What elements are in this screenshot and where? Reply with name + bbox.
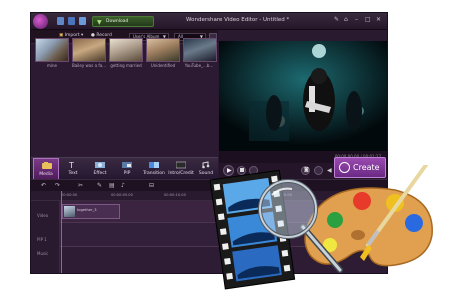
tab-intro-credit[interactable]: Intro/Credit [168,158,194,180]
voiceover-icon[interactable]: ♪ [121,182,125,189]
tab-label: Transition [143,171,165,176]
cart-icon[interactable]: ⌂ [344,16,348,23]
ruler-tick: 00:00:05.00 [111,193,133,197]
tab-text[interactable]: T Text [60,158,86,180]
media-label: Bailey was a fa... [72,63,106,68]
download-label: Download [106,19,129,24]
media-thumbnail[interactable] [146,38,180,62]
tab-bar: Media T Text Effect PIP Transition Intro… [31,157,218,180]
track-label-music: Music [37,251,49,256]
effect-icon [95,162,105,168]
timeline-playhead[interactable] [61,191,62,273]
media-thumbnail[interactable] [183,38,217,62]
media-label: getting married [110,63,142,68]
track-labels: Video PIP 1 Music [31,201,60,273]
timeline-clip[interactable]: together_3 [62,204,120,219]
window-title: Wondershare Video Editor - Untitled * [186,17,290,23]
save-icon[interactable] [57,17,64,25]
media-label: Unidentified [150,63,176,68]
minimize-icon[interactable]: – [355,16,358,23]
tab-media[interactable]: Media [33,158,59,180]
ruler-tick: 00:00:00 [61,193,78,197]
clip-label: together_3 [77,208,97,212]
track-label-pip: PIP 1 [37,237,47,242]
media-icon [42,162,52,169]
download-arrow-icon: ▼ [97,19,102,26]
app-logo-icon [33,14,48,29]
twitter-icon[interactable] [79,17,86,25]
delete-icon[interactable]: ▤ [109,182,115,189]
title-bar: ▼ Download Wondershare Video Editor - Un… [31,13,387,30]
split-icon[interactable]: ⊟ [149,182,154,189]
media-thumbnail[interactable] [72,38,106,62]
media-thumbnail[interactable] [35,38,69,62]
tab-transition[interactable]: Transition [141,158,167,180]
tools-icon[interactable]: ✎ [334,16,339,23]
media-label: YouTube_...b... [184,63,214,68]
media-library: ▣ Import ▾ ● Record User's Album ▼ All ▼… [31,30,218,157]
tab-effect[interactable]: Effect [87,158,113,180]
tab-pip[interactable]: PIP [114,158,140,180]
undo-icon[interactable]: ↶ [41,182,46,189]
maximize-icon[interactable]: □ [365,16,371,23]
svg-text:T: T [68,161,74,169]
preview-frame [219,41,387,151]
tab-label: Media [39,172,53,177]
tab-label: Effect [93,171,107,176]
media-thumbnail[interactable] [109,38,143,62]
edit-icon[interactable]: ✎ [97,182,102,189]
cut-icon[interactable]: ✂ [78,182,83,189]
decorative-artwork [209,165,433,290]
pip-icon [122,162,132,168]
redo-icon[interactable]: ↷ [55,182,60,189]
facebook-icon[interactable] [68,17,75,25]
tab-label: Intro/Credit [168,171,194,176]
text-icon: T [68,161,74,169]
close-icon[interactable]: ✕ [376,16,381,23]
tab-label: Text [68,171,78,176]
ruler-tick: 00:00:10.00 [164,193,186,197]
transition-icon [149,162,159,168]
video-preview[interactable] [219,41,387,151]
media-label: mine [46,63,57,68]
tab-label: PIP [123,171,131,176]
clip-thumbnail [64,206,75,217]
track-label-video: Video [37,213,49,218]
download-button[interactable]: ▼ Download [92,16,154,27]
intro-credit-icon [176,161,186,169]
